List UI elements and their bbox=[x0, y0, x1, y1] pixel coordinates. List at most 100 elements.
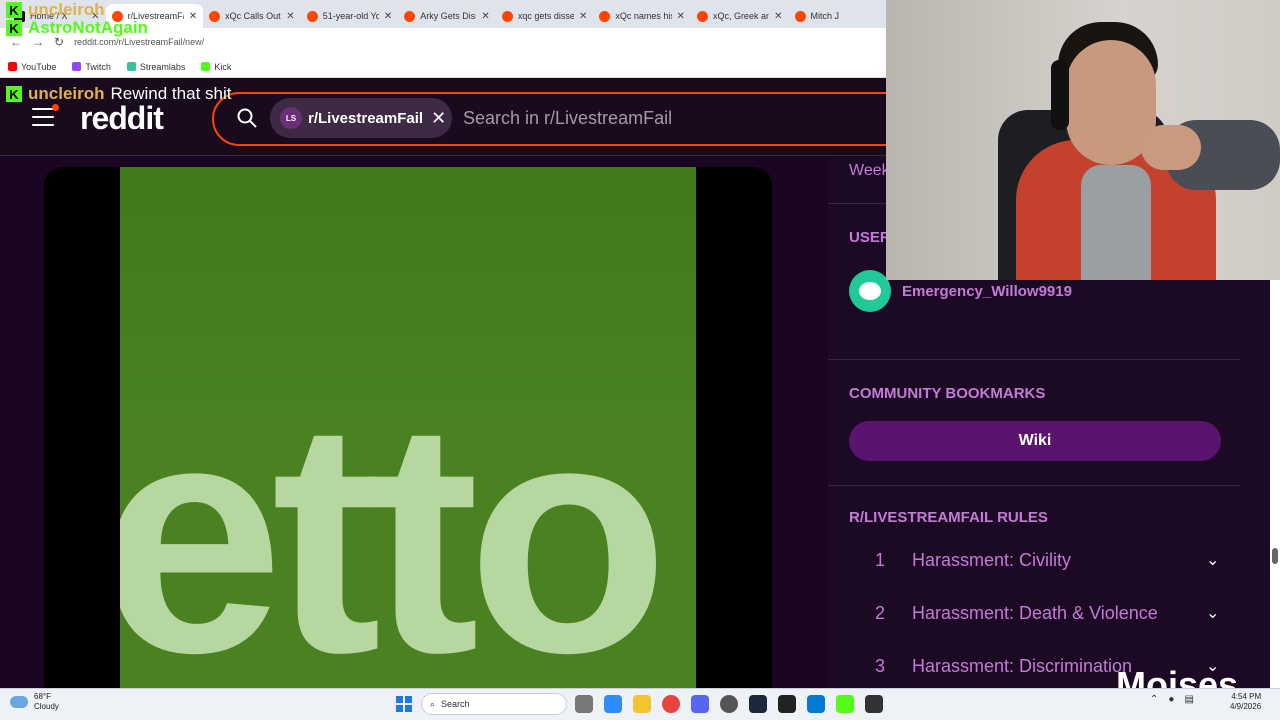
close-icon[interactable]: ✕ bbox=[431, 108, 446, 129]
kick-icon: K bbox=[6, 20, 22, 36]
reddit-icon bbox=[599, 10, 611, 22]
tab-reddit-post[interactable]: 51-year-old You ✕ bbox=[301, 4, 399, 28]
rule-label: Harassment: Civility bbox=[912, 549, 1072, 570]
headset-icon bbox=[1051, 60, 1069, 130]
taskbar-search[interactable]: ⌕ Search bbox=[421, 693, 567, 715]
tab-label: xQc, Greek and bbox=[712, 11, 770, 21]
chevron-down-icon[interactable]: ⌄ bbox=[1206, 550, 1240, 570]
tab-reddit-post[interactable]: xQc names his s ✕ bbox=[593, 4, 691, 28]
tab-reddit-post[interactable]: xqc gets dissed ✕ bbox=[496, 4, 594, 28]
windows-start-icon[interactable] bbox=[396, 696, 412, 712]
copilot-icon[interactable] bbox=[604, 695, 622, 713]
kick-icon bbox=[201, 62, 211, 71]
obs-icon[interactable] bbox=[720, 695, 738, 713]
microphone-icon[interactable]: ● bbox=[1168, 694, 1174, 705]
search-icon bbox=[237, 108, 257, 128]
bookmark-youtube[interactable]: YouTube bbox=[8, 62, 56, 72]
chat-username: uncleiroh bbox=[28, 0, 105, 19]
post-card[interactable]: etto bbox=[44, 167, 772, 688]
epic-games-icon[interactable] bbox=[778, 695, 796, 713]
subreddit-avatar: LS bbox=[280, 107, 302, 129]
reddit-logo[interactable]: reddit bbox=[80, 100, 164, 137]
tab-reddit-post[interactable]: Arky Gets Disse ✕ bbox=[398, 4, 496, 28]
chevron-up-icon[interactable]: ⌃ bbox=[1150, 694, 1158, 705]
discord-icon[interactable] bbox=[691, 695, 709, 713]
reddit-icon bbox=[306, 10, 318, 22]
divider bbox=[828, 485, 1240, 486]
subreddit-search-chip[interactable]: LS r/LivestreamFail ✕ bbox=[270, 98, 452, 138]
rule-item[interactable]: 2 Harassment: Death & Violence ⌄ bbox=[848, 593, 1240, 633]
bookmark-label: Streamlabs bbox=[139, 61, 186, 72]
system-tray: ⌃ ● ▤ bbox=[1150, 694, 1194, 705]
search-icon: ⌕ bbox=[430, 698, 436, 709]
chat-message: K uncleiroh Rewind that shit bbox=[6, 84, 231, 104]
cloud-icon bbox=[10, 695, 28, 708]
weather-widget[interactable]: 68°F Cloudy bbox=[10, 692, 59, 711]
streamer-hand bbox=[1141, 125, 1201, 170]
kick-icon: K bbox=[6, 2, 22, 18]
username-link[interactable]: Emergency_Willow9919 bbox=[902, 283, 1072, 300]
tab-label: Mitch J bbox=[810, 11, 840, 21]
close-tab-icon[interactable]: ✕ bbox=[677, 11, 685, 22]
reddit-logo-dot bbox=[52, 104, 59, 111]
rule-number: 3 bbox=[874, 655, 885, 676]
streamer-tank-top bbox=[1081, 165, 1151, 280]
tab-reddit-post[interactable]: xQc, Greek and ✕ bbox=[691, 4, 789, 28]
close-tab-icon[interactable]: ✕ bbox=[579, 11, 587, 22]
steam-icon[interactable] bbox=[749, 695, 767, 713]
tab-label: 51-year-old You bbox=[322, 11, 379, 21]
wiki-button[interactable]: Wiki bbox=[849, 421, 1221, 461]
kick-icon[interactable] bbox=[836, 695, 854, 713]
user-section-title: USER bbox=[849, 229, 891, 246]
taskbar-search-label: Search bbox=[441, 699, 470, 709]
reddit-icon bbox=[209, 10, 221, 22]
bookmark-streamlabs[interactable]: Streamlabs bbox=[126, 61, 186, 72]
rule-item[interactable]: 1 Harassment: Civility ⌄ bbox=[848, 540, 1240, 580]
rule-label: Harassment: Death & Violence bbox=[912, 602, 1158, 623]
scrollbar-thumb[interactable] bbox=[1272, 548, 1278, 564]
close-tab-icon[interactable]: ✕ bbox=[189, 11, 197, 22]
weather-temp: 68°F bbox=[34, 692, 51, 701]
taskbar-clock[interactable]: 4:54 PM 4/9/2026 bbox=[1230, 692, 1261, 713]
bookmark-label: Twitch bbox=[85, 61, 111, 72]
snoo-face bbox=[859, 282, 881, 300]
close-tab-icon[interactable]: ✕ bbox=[481, 11, 489, 22]
weather-desc: Cloudy bbox=[34, 701, 59, 711]
bookmark-twitch[interactable]: Twitch bbox=[72, 62, 111, 72]
chat-text: Rewind that shit bbox=[110, 84, 232, 103]
divider bbox=[828, 359, 1240, 360]
bookmark-label: YouTube bbox=[21, 61, 57, 72]
weekly-label: Week bbox=[849, 162, 890, 179]
close-tab-icon[interactable]: ✕ bbox=[286, 11, 294, 22]
chat-message: K uncleiroh bbox=[6, 0, 105, 20]
chevron-down-icon[interactable]: ⌄ bbox=[1206, 603, 1240, 623]
url-field[interactable]: reddit.com/r/LivestreamFail/new/ bbox=[74, 37, 204, 47]
task-view-icon[interactable] bbox=[575, 695, 593, 713]
network-icon[interactable]: ▤ bbox=[1184, 694, 1193, 705]
search-input[interactable]: Search in r/LivestreamFail bbox=[463, 108, 672, 129]
bookmark-kick[interactable]: Kick bbox=[201, 62, 231, 72]
tab-reddit-post[interactable]: xQc Calls Out C ✕ bbox=[203, 4, 301, 28]
menu-icon[interactable] bbox=[32, 108, 54, 126]
subreddit-chip-label: r/LivestreamFail bbox=[308, 109, 424, 127]
reddit-icon bbox=[696, 10, 708, 22]
chat-username: AstroNotAgain bbox=[28, 18, 148, 37]
reddit-icon bbox=[404, 10, 416, 22]
rule-number: 2 bbox=[874, 602, 885, 623]
reddit-icon bbox=[794, 10, 806, 22]
vscode-icon[interactable] bbox=[807, 695, 825, 713]
chat-username: uncleiroh bbox=[28, 84, 105, 103]
tab-label: Arky Gets Disse bbox=[420, 11, 476, 21]
post-media[interactable]: etto bbox=[120, 167, 696, 688]
tab-reddit-post[interactable]: Mitch J bbox=[789, 4, 887, 28]
close-tab-icon[interactable]: ✕ bbox=[774, 11, 782, 22]
close-tab-icon[interactable]: ✕ bbox=[384, 11, 392, 22]
bookmarks-title: COMMUNITY BOOKMARKS bbox=[849, 385, 1046, 402]
chrome-icon[interactable] bbox=[662, 695, 680, 713]
ccleaner-icon[interactable] bbox=[865, 695, 883, 713]
bookmark-label: Kick bbox=[214, 61, 232, 72]
streamlabs-icon bbox=[126, 62, 136, 71]
file-explorer-icon[interactable] bbox=[633, 695, 651, 713]
avatar[interactable] bbox=[849, 270, 891, 312]
clock-date: 4/9/2026 bbox=[1230, 702, 1262, 712]
